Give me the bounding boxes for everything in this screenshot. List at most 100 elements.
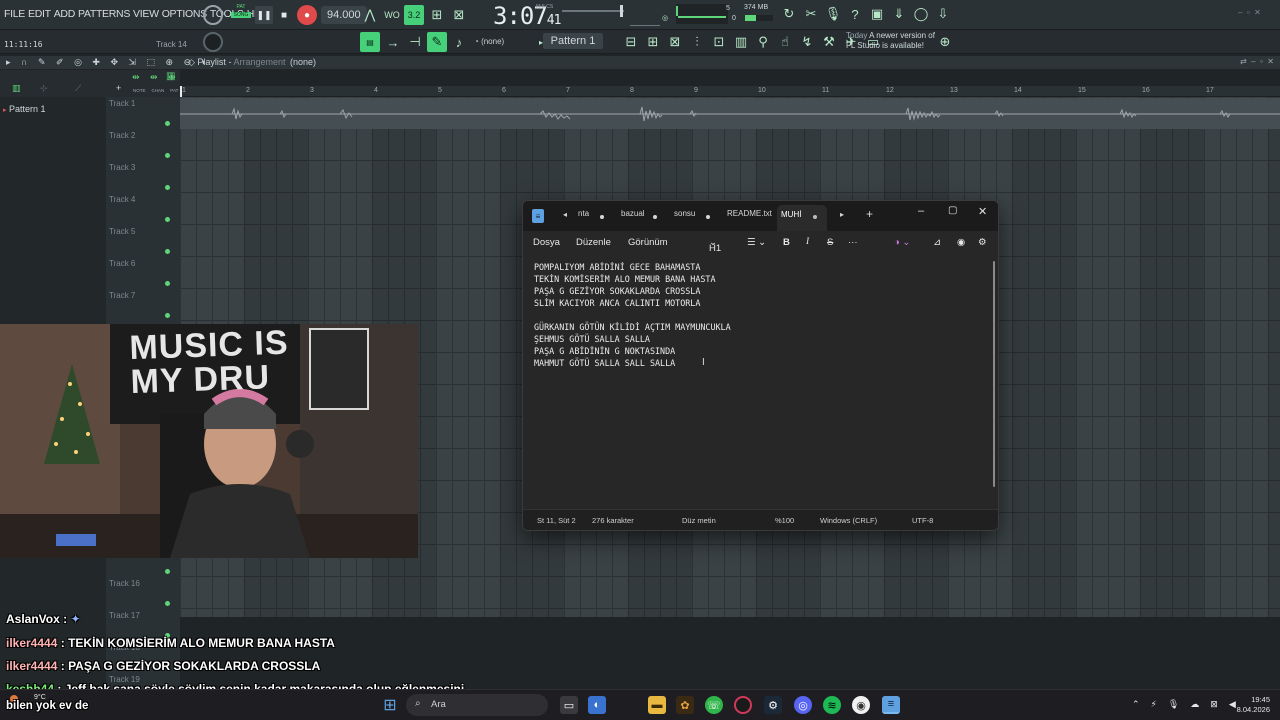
fl-studio-icon[interactable]: ✿ xyxy=(676,696,694,714)
track-3-label[interactable]: Track 3 xyxy=(109,163,135,172)
track-2-mute[interactable] xyxy=(165,153,170,158)
file-explorer-icon[interactable]: ▬ xyxy=(648,696,666,714)
channel-rack-icon[interactable]: ⊞ xyxy=(644,33,662,51)
list-icon[interactable]: ☰ ⌄ xyxy=(747,237,766,248)
heading-select[interactable]: H1 ⌄ xyxy=(709,237,721,254)
loop-record-icon[interactable]: ⊞ xyxy=(428,6,446,24)
countdown-icon[interactable]: 3.2 xyxy=(404,5,424,25)
step-edit-icon[interactable]: ⊠ xyxy=(450,6,468,24)
task-view-icon[interactable]: ▭ xyxy=(560,696,578,714)
tab-bazual[interactable]: bazual xyxy=(621,209,645,218)
arrow-icon[interactable]: → xyxy=(384,33,402,51)
track-16-label[interactable]: Track 16 xyxy=(109,579,140,588)
pattern-selector[interactable]: Pattern 1 xyxy=(543,33,603,49)
playlist-pattern-select[interactable]: (none) xyxy=(290,57,316,67)
tab-muhi-unsaved[interactable] xyxy=(813,215,817,219)
strikethrough-icon[interactable]: S xyxy=(827,237,833,248)
bold-icon[interactable]: B xyxy=(783,237,790,248)
system-tray-icons[interactable]: ⌃⚡🎙☁⊠◀ xyxy=(1132,699,1247,710)
new-tab-icon[interactable]: + xyxy=(866,207,873,221)
minimize-icon[interactable]: – xyxy=(918,205,924,217)
record-icon[interactable]: ● xyxy=(297,5,317,25)
track-6-mute[interactable] xyxy=(165,281,170,286)
wave-icon[interactable]: ↯ xyxy=(798,33,816,51)
more-icon[interactable]: ··· xyxy=(848,237,858,248)
tab-bazual-unsaved[interactable] xyxy=(653,215,657,219)
menu-view[interactable]: VIEW xyxy=(133,8,159,20)
playlist-tools[interactable]: ▸ ∩ ✎ ✐ ◎ ✚ ✥ ⇲ ⬚ ⊕ ⊖ ◐ xyxy=(6,57,211,68)
track-1-label[interactable]: Track 1 xyxy=(109,99,135,108)
start-icon[interactable]: ⊞ xyxy=(381,696,399,714)
menu-gorunum[interactable]: Görünüm xyxy=(628,237,668,248)
playlist-audio-icon[interactable]: ⊹ xyxy=(40,83,48,94)
track-7-label[interactable]: Track 7 xyxy=(109,291,135,300)
metronome-icon[interactable]: ⋀ xyxy=(361,6,379,24)
add-icon[interactable]: + xyxy=(116,83,121,93)
pianoroll-icon[interactable]: ⊣ xyxy=(406,33,424,51)
menu-patterns[interactable]: PATTERNS xyxy=(78,8,130,20)
account-icon[interactable]: ◉ xyxy=(957,237,965,248)
menu-file[interactable]: FILE xyxy=(4,8,25,20)
piano-icon[interactable]: ▥ xyxy=(166,71,175,82)
stamp-icon[interactable]: ♪ xyxy=(450,33,468,51)
track-4-label[interactable]: Track 4 xyxy=(109,195,135,204)
playlist-window-controls[interactable]: ⇄ – ▫ ✕ xyxy=(1240,57,1274,66)
timeline-ruler[interactable]: 1 2 3 4 5 6 7 8 9 10 11 12 13 14 15 16 1… xyxy=(180,86,1280,97)
whatsapp-icon[interactable]: ☏ xyxy=(705,696,723,714)
tab-muhi-active[interactable]: MUHİ xyxy=(777,205,827,231)
playlist-pattern-icon[interactable]: ▥ xyxy=(12,83,21,94)
cpu-knob-icon[interactable] xyxy=(203,5,223,25)
snap-select[interactable]: ◔ (none) xyxy=(474,37,504,46)
save-icon[interactable]: ▣ xyxy=(868,5,886,23)
chat-icon[interactable]: ◯ xyxy=(912,5,930,23)
tab-nta-unsaved[interactable] xyxy=(600,215,604,219)
tab-nta[interactable]: nta xyxy=(578,209,589,218)
playhead[interactable] xyxy=(180,86,182,97)
track-4-mute[interactable] xyxy=(165,217,170,222)
menu-dosya[interactable]: Dosya xyxy=(533,237,560,248)
wait-icon[interactable]: WO xyxy=(383,6,401,24)
taskbar-clock[interactable]: 19:45 8.04.2026 xyxy=(1237,695,1270,715)
playlist-auto-icon[interactable]: ⟋ xyxy=(75,83,81,94)
copilot-taskbar-icon[interactable]: ◐ xyxy=(588,696,606,714)
track-6-label[interactable]: Track 6 xyxy=(109,259,135,268)
close-icon[interactable]: ✕ xyxy=(978,205,987,218)
render-icon[interactable]: ⇓ xyxy=(890,5,908,23)
track-5-mute[interactable] xyxy=(165,249,170,254)
browser-icon[interactable]: ⊡ xyxy=(710,33,728,51)
track-16-mute[interactable] xyxy=(165,601,170,606)
download-icon[interactable]: ⇩ xyxy=(934,5,952,23)
audio-clip-waveform[interactable] xyxy=(180,103,1280,125)
notepad-text[interactable]: POMPALIYOM ABİDİNİ GECE BAHAMASTA TEKİN … xyxy=(534,261,731,369)
tab-scroll-right-icon[interactable]: ▸ xyxy=(840,210,844,219)
plugin-picker-icon[interactable]: ⚲ xyxy=(754,33,772,51)
panic-icon[interactable]: ✂ xyxy=(802,5,820,23)
pat-song-toggle[interactable]: PAT SONG xyxy=(231,4,251,26)
plugin-icon[interactable]: ▥ xyxy=(732,33,750,51)
microphone-icon[interactable]: 🎙 xyxy=(824,5,842,23)
copilot-icon[interactable]: ◑ ⌄ xyxy=(894,237,910,248)
master-pitch-knob[interactable] xyxy=(203,32,223,52)
track-5-label[interactable]: Track 5 xyxy=(109,227,135,236)
menu-add[interactable]: ADD xyxy=(54,8,76,20)
refresh-icon[interactable]: ↻ xyxy=(780,5,798,23)
notepad-scrollbar[interactable] xyxy=(993,261,995,487)
track-15-mute[interactable] xyxy=(165,569,170,574)
track-7-mute[interactable] xyxy=(165,313,170,318)
draw-icon[interactable]: ✎ xyxy=(427,32,447,52)
track-17-label[interactable]: Track 17 xyxy=(109,611,140,620)
stop-icon[interactable]: ■ xyxy=(275,6,293,24)
playlist-icon[interactable]: ▤ xyxy=(360,32,380,52)
track-3-mute[interactable] xyxy=(165,185,170,190)
menu-edit[interactable]: EDIT xyxy=(28,8,51,20)
menu-options[interactable]: OPTIONS xyxy=(162,8,207,20)
update-icon[interactable]: ⊕ xyxy=(936,33,954,51)
window-controls[interactable]: – ▫ ✕ xyxy=(1238,8,1261,17)
obs-icon[interactable]: ◉ xyxy=(852,696,870,714)
italic-icon[interactable]: I xyxy=(806,237,809,247)
taskbar-search[interactable]: ⌕ Ara xyxy=(406,694,548,716)
tab-sonsu[interactable]: sonsu xyxy=(674,209,695,218)
pause-icon[interactable]: ❚❚ xyxy=(255,6,273,24)
playlist-filter[interactable]: NOTE CHAN PAT xyxy=(133,88,178,93)
mixer-icon[interactable]: ⊟ xyxy=(622,33,640,51)
